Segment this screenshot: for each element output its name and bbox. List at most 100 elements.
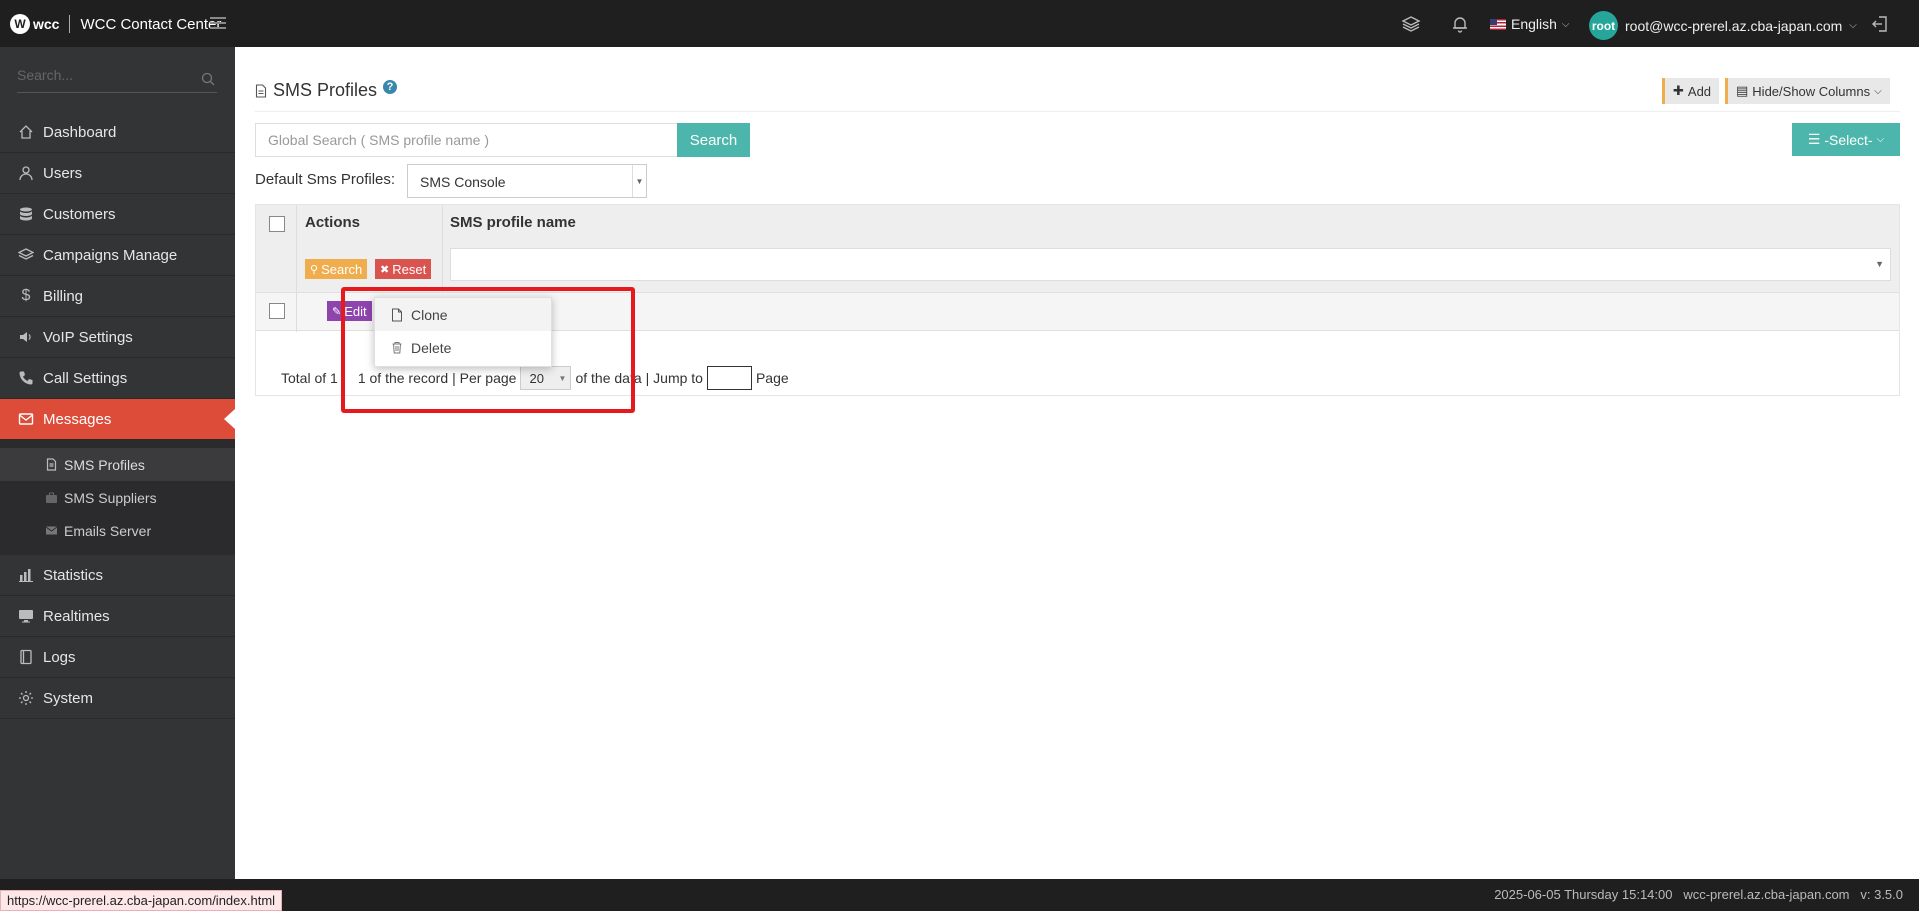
filter-reset-label: Reset [392, 261, 427, 277]
dropdown-arrow-icon: ▼ [558, 373, 567, 383]
sidebar-item-label: Campaigns Manage [43, 246, 178, 264]
dollar-icon: $ [21, 287, 31, 304]
home-icon [17, 123, 35, 141]
database-icon [17, 205, 35, 223]
column-divider [442, 205, 443, 292]
delete-menu-item[interactable]: Delete [375, 331, 551, 364]
wcc-logo-icon: W [10, 14, 30, 34]
help-icon[interactable]: ? [383, 79, 398, 94]
jump-to-page-input[interactable] [706, 366, 752, 390]
select-all-checkbox[interactable] [269, 216, 285, 232]
sidebar-item-logs[interactable]: Logs [0, 637, 235, 678]
layers-icon[interactable] [1401, 14, 1421, 34]
brand-text: wcc [33, 16, 60, 32]
per-page-select[interactable]: 20 ▼ [520, 366, 572, 390]
bar-chart-icon [17, 566, 35, 584]
record-count: 1 of the record [357, 370, 449, 386]
user-email: root@wcc-prerel.az.cba-japan.com [1625, 17, 1843, 34]
hide-show-columns-label: Hide/Show Columns [1752, 83, 1871, 99]
select-dropdown-button[interactable]: ☰ -Select- ⌵ [1792, 123, 1900, 156]
hide-show-columns-button[interactable]: ▤ Hide/Show Columns ⌵ [1725, 78, 1890, 104]
language-label: English [1511, 16, 1557, 32]
app-title: WCC Contact Center [80, 15, 222, 33]
column-header-actions: Actions [305, 214, 361, 231]
pagination: Total of 1 1 of the record | Per page 20… [281, 366, 789, 390]
file-icon [392, 308, 402, 321]
sidebar-subitem-sms-suppliers[interactable]: SMS Suppliers [0, 481, 235, 514]
monitor-icon [17, 607, 35, 625]
sidebar-item-dashboard[interactable]: Dashboard [0, 112, 235, 153]
bell-icon[interactable] [1450, 14, 1470, 34]
list-icon: ▤ [1736, 83, 1749, 98]
sidebar-item-call-settings[interactable]: Call Settings [0, 358, 235, 399]
clone-label: Clone [411, 306, 448, 323]
delete-label: Delete [411, 339, 452, 356]
sidebar-item-campaigns[interactable]: Campaigns Manage [0, 235, 235, 276]
sidebar-item-label: Logs [43, 648, 76, 666]
sidebar-subitem-emails-server[interactable]: Emails Server [0, 514, 235, 547]
main-content: SMS Profiles ? ✚ Add ▤ Hide/Show Columns… [235, 47, 1919, 879]
user-menu[interactable]: root root@wcc-prerel.az.cba-japan.com ⌵ [1589, 11, 1857, 40]
add-button[interactable]: ✚ Add [1662, 78, 1720, 104]
table-header: Actions SMS profile name ⚲ Search ✖ Rese… [256, 205, 1899, 292]
sidebar-item-label: Realtimes [43, 607, 110, 625]
gear-icon [17, 689, 35, 707]
sidebar-item-users[interactable]: Users [0, 153, 235, 194]
sidebar-item-customers[interactable]: Customers [0, 194, 235, 235]
sidebar-item-realtimes[interactable]: Realtimes [0, 596, 235, 637]
sidebar-subitem-label: Emails Server [64, 522, 152, 539]
dropdown-arrow-icon: ▼ [1875, 259, 1884, 269]
envelope-icon [44, 524, 58, 538]
trash-icon [392, 342, 402, 354]
plus-icon: ✚ [1673, 83, 1684, 98]
row-actions-context-menu: Clone Delete [374, 297, 552, 367]
filter-search-button[interactable]: ⚲ Search [305, 259, 368, 279]
logout-icon[interactable] [1870, 14, 1890, 34]
filter-reset-button[interactable]: ✖ Reset [375, 259, 432, 279]
phone-icon [17, 369, 35, 387]
sidebar-item-label: Messages [43, 410, 112, 428]
sidebar-search [17, 67, 217, 93]
document-icon [255, 83, 267, 98]
sidebar-item-messages[interactable]: Messages [0, 399, 235, 440]
sidebar-item-label: Dashboard [43, 123, 117, 141]
total-count: Total of 1 [281, 370, 338, 386]
layers-icon [17, 246, 35, 264]
global-search-button[interactable]: Search [677, 123, 750, 157]
sidebar-search-input[interactable] [17, 67, 187, 83]
sidebar-item-voip-settings[interactable]: VoIP Settings [0, 317, 235, 358]
sidebar-subitem-label: SMS Profiles [64, 456, 145, 473]
of-data-label: of the data [575, 370, 642, 386]
search-icon: ⚲ [310, 263, 319, 276]
default-sms-profile-select[interactable]: SMS Console ▼ [407, 164, 647, 198]
global-search-placeholder: Global Search ( SMS profile name ) [268, 132, 489, 148]
sms-profile-name-filter[interactable]: ▼ [450, 248, 1891, 281]
messages-submenu: SMS Profiles SMS Suppliers Emails Server [0, 440, 235, 555]
list-icon: ☰ [1807, 131, 1821, 147]
edit-button[interactable]: ✎ Edit [327, 301, 372, 321]
column-divider [296, 293, 297, 332]
column-header-sms-profile-name[interactable]: SMS profile name [450, 214, 576, 231]
global-search-input[interactable]: Global Search ( SMS profile name ) [255, 123, 678, 157]
clone-menu-item[interactable]: Clone [375, 298, 551, 331]
language-selector[interactable]: English ⌵ [1490, 16, 1570, 32]
sidebar-menu: Dashboard Users Customers Campaigns Mana… [0, 112, 235, 719]
sidebar-item-billing[interactable]: $ Billing [0, 276, 235, 317]
sidebar-item-system[interactable]: System [0, 678, 235, 719]
sidebar-subitem-sms-profiles[interactable]: SMS Profiles [0, 448, 235, 481]
dropdown-arrow-icon: ▼ [632, 165, 646, 197]
document-icon [44, 458, 58, 472]
app-logo[interactable]: W wcc WCC Contact Center [10, 13, 221, 35]
sidebar-item-label: Users [43, 164, 83, 182]
menu-toggle-icon[interactable] [210, 17, 226, 30]
add-button-label: Add [1687, 83, 1712, 99]
edit-button-label: Edit [344, 303, 367, 319]
chevron-down-icon: ⌵ [1561, 18, 1570, 30]
volume-icon [17, 328, 35, 346]
search-icon[interactable] [201, 72, 215, 86]
per-page-label: | Per page [452, 370, 517, 386]
sidebar-item-statistics[interactable]: Statistics [0, 555, 235, 596]
jump-to-label: | Jump to [645, 370, 703, 386]
browser-status-url: https://wcc-prerel.az.cba-japan.com/inde… [0, 890, 283, 911]
row-checkbox[interactable] [269, 303, 285, 319]
